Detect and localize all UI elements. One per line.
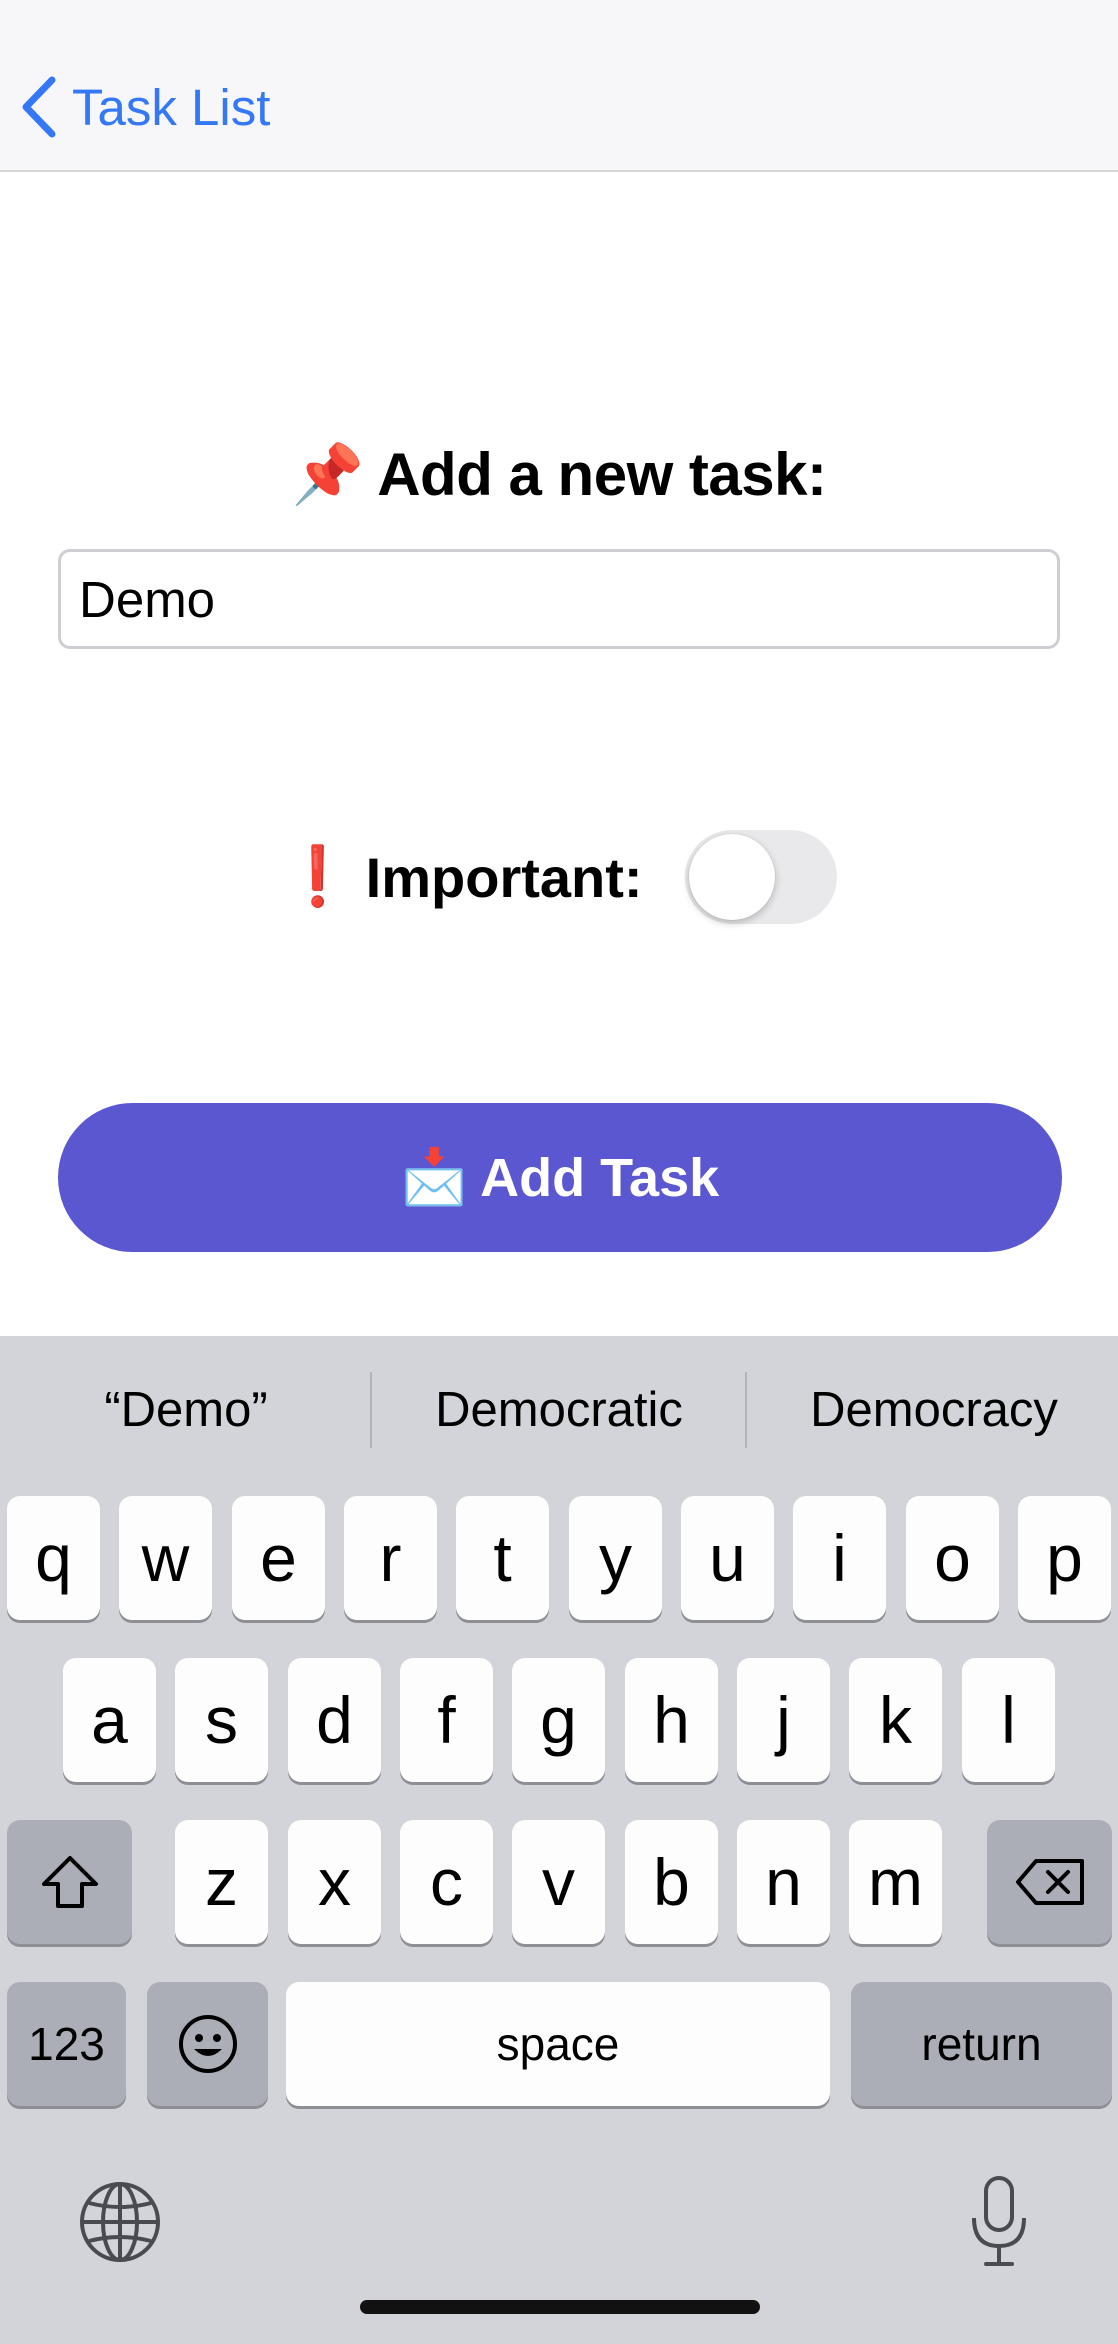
key-f[interactable]: f (400, 1658, 493, 1782)
space-key-label: space (496, 2018, 620, 2070)
key-u[interactable]: u (681, 1496, 774, 1620)
key-g[interactable]: g (512, 1658, 605, 1782)
numbers-key-label: 123 (28, 2018, 105, 2070)
delete-key[interactable] (987, 1820, 1112, 1944)
key-y[interactable]: y (569, 1496, 662, 1620)
key-s[interactable]: s (175, 1658, 268, 1782)
key-l[interactable]: l (962, 1658, 1055, 1782)
return-key[interactable]: return (851, 1982, 1112, 2106)
key-c[interactable]: c (400, 1820, 493, 1944)
add-task-button-label: Add Task (480, 1147, 720, 1208)
key-o[interactable]: o (906, 1496, 999, 1620)
pushpin-icon: 📌 (291, 441, 364, 507)
envelope-icon: 📩 (400, 1147, 469, 1207)
microphone-icon (972, 2176, 1026, 2266)
task-name-input[interactable] (58, 549, 1060, 649)
key-b[interactable]: b (625, 1820, 718, 1944)
emoji-key[interactable] (147, 1982, 268, 2106)
key-x[interactable]: x (288, 1820, 381, 1944)
key-d[interactable]: d (288, 1658, 381, 1782)
key-k[interactable]: k (849, 1658, 942, 1782)
key-h[interactable]: h (625, 1658, 718, 1782)
key-j[interactable]: j (737, 1658, 830, 1782)
space-key[interactable]: space (286, 1982, 830, 2106)
suggestion-item[interactable]: “Demo” (0, 1364, 372, 1456)
dictation-button[interactable] (966, 2174, 1032, 2270)
shift-key[interactable] (7, 1820, 132, 1944)
key-r[interactable]: r (344, 1496, 437, 1620)
emoji-icon (178, 2015, 237, 2073)
suggestion-divider (370, 1372, 372, 1448)
return-key-label: return (921, 2018, 1042, 2070)
important-toggle[interactable] (684, 830, 837, 924)
suggestion-divider (745, 1372, 747, 1448)
globe-icon (80, 2182, 160, 2262)
page-heading-text: Add a new task: (377, 441, 827, 508)
key-w[interactable]: w (119, 1496, 212, 1620)
toggle-knob (688, 834, 775, 920)
back-button[interactable]: Task List (20, 72, 270, 142)
key-z[interactable]: z (175, 1820, 268, 1944)
key-n[interactable]: n (737, 1820, 830, 1944)
key-a[interactable]: a (63, 1658, 156, 1782)
chevron-left-icon (22, 76, 56, 138)
numbers-key[interactable]: 123 (7, 1982, 126, 2106)
navigation-bar: Task List (0, 0, 1118, 172)
important-label: ❗ Important: (281, 843, 642, 911)
keyboard: “Demo” Democratic Democracy q w e r t y … (0, 1336, 1118, 2344)
key-m[interactable]: m (849, 1820, 942, 1944)
key-e[interactable]: e (232, 1496, 325, 1620)
exclamation-icon: ❗ (281, 844, 354, 909)
key-q[interactable]: q (7, 1496, 100, 1620)
key-p[interactable]: p (1018, 1496, 1111, 1620)
suggestion-item[interactable]: Democracy (748, 1364, 1118, 1456)
globe-button[interactable] (76, 2178, 164, 2266)
shift-icon (41, 1856, 98, 1908)
key-t[interactable]: t (456, 1496, 549, 1620)
add-task-button[interactable]: 📩 Add Task (58, 1103, 1062, 1252)
home-indicator (360, 2300, 760, 2314)
suggestion-bar: “Demo” Democratic Democracy (0, 1336, 1118, 1486)
key-i[interactable]: i (793, 1496, 886, 1620)
important-label-text: Important: (365, 845, 643, 909)
backspace-icon (1015, 1859, 1084, 1905)
suggestion-item[interactable]: Democratic (373, 1364, 745, 1456)
back-button-label: Task List (72, 78, 271, 136)
page-heading: 📌 Add a new task: (0, 440, 1118, 509)
important-row: ❗ Important: (0, 828, 1118, 926)
key-v[interactable]: v (512, 1820, 605, 1944)
